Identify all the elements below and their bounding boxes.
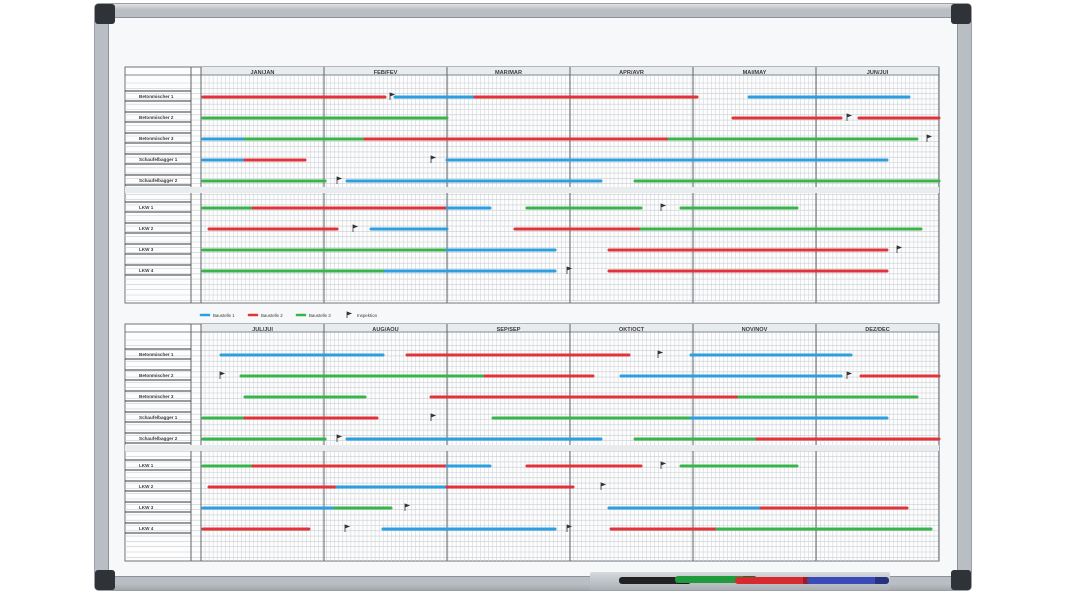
- top-row-label-b: LKW 3: [139, 247, 154, 252]
- bottom-group-separator: [125, 445, 939, 451]
- whiteboard: JAN/JAN FEB/FEV MAR/MAR APR/AVR MAI/MAY JUN/J…: [95, 4, 971, 590]
- bottom-row-label-b: LKW 4: [139, 526, 154, 531]
- top-row-label-a: Betonmischer 1: [139, 94, 174, 99]
- blue-marker[interactable]: [807, 577, 889, 584]
- top-panel: [124, 66, 940, 304]
- top-row-label-b: LKW 1: [139, 205, 154, 210]
- top-row-label-a: Betonmischer 2: [139, 115, 174, 120]
- legend-flag-icon: [346, 311, 353, 318]
- top-row-label-a: Schaufelbagger 1: [139, 157, 178, 162]
- legend-label: Inspektion: [357, 313, 378, 318]
- bottom-row-label-b: LKW 1: [139, 463, 154, 468]
- legend-label: Baustelle 3: [309, 313, 331, 318]
- bottom-row-label-a: Betonmischer 2: [139, 373, 174, 378]
- top-row-label-b: LKW 2: [139, 226, 154, 231]
- bottom-row-label-b: LKW 3: [139, 505, 154, 510]
- top-row-label-a: Betonmischer 3: [139, 136, 174, 141]
- black-marker[interactable]: [619, 577, 691, 584]
- top-row-label-b: LKW 4: [139, 268, 154, 273]
- year-planner: JAN/JAN FEB/FEV MAR/MAR APR/AVR MAI/MAY JUN/J…: [124, 66, 941, 562]
- bottom-row-label-b: LKW 2: [139, 484, 154, 489]
- top-group-separator: [125, 187, 939, 193]
- bottom-row-label-a: Betonmischer 1: [139, 352, 174, 357]
- legend-label: Baustelle 1: [213, 313, 235, 318]
- bottom-row-label-a: Betonmischer 3: [139, 394, 174, 399]
- top-row-label-a: Schaufelbagger 2: [139, 178, 178, 183]
- bottom-row-label-a: Schaufelbagger 2: [139, 436, 178, 441]
- red-marker[interactable]: [735, 577, 817, 584]
- bottom-row-label-a: Schaufelbagger 1: [139, 415, 178, 420]
- legend-label: Baustelle 2: [261, 313, 283, 318]
